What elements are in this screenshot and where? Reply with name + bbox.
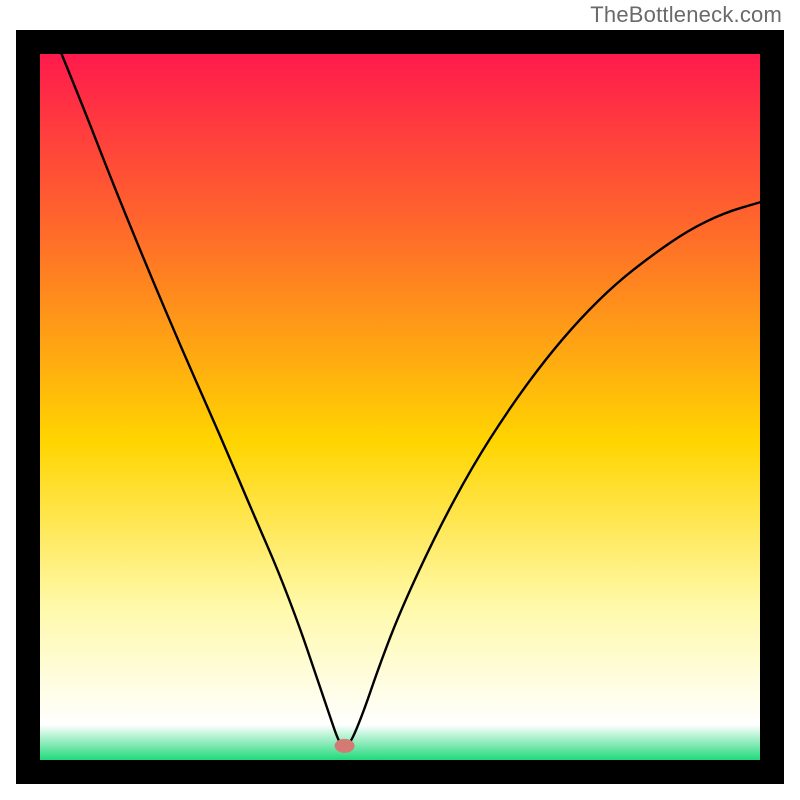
chart-container: { "watermark": "TheBottleneck.com", "cha…	[0, 0, 800, 800]
bottleneck-chart	[0, 0, 800, 800]
optimum-marker	[335, 739, 355, 753]
chart-background-gradient	[40, 54, 760, 760]
watermark-text: TheBottleneck.com	[590, 2, 782, 28]
